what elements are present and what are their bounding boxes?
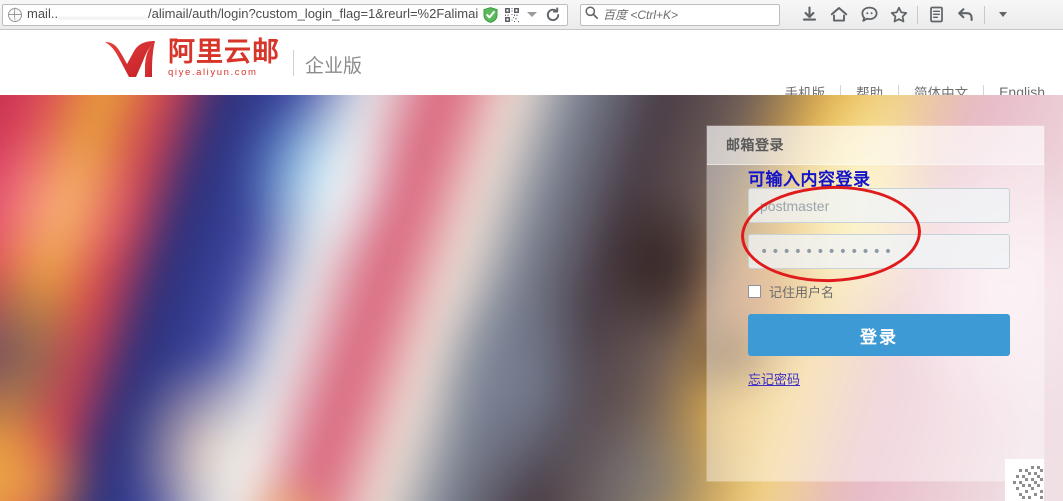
login-title: 邮箱登录 (726, 138, 784, 154)
remember-username-checkbox[interactable] (748, 285, 761, 298)
login-panel-header: 邮箱登录 (707, 126, 1044, 165)
login-button[interactable]: 登录 (748, 314, 1010, 356)
search-input-placeholder: 百度 <Ctrl+K> (603, 8, 679, 22)
toolbar-icon-group (794, 2, 1018, 28)
star-icon[interactable] (884, 2, 914, 28)
chevron-down-icon[interactable] (527, 12, 537, 17)
logo-divider (293, 50, 294, 76)
home-icon[interactable] (824, 2, 854, 28)
url-suffix: /alimail/auth/login?custom_login_flag=1&… (148, 6, 479, 21)
reader-list-icon[interactable] (921, 2, 951, 28)
download-icon[interactable] (794, 2, 824, 28)
search-bar[interactable]: 百度 <Ctrl+K> (580, 3, 780, 26)
brand-text: 阿里云邮 qiye.aliyun.com (168, 39, 280, 79)
toolbar-divider (917, 5, 918, 24)
search-icon (585, 5, 599, 24)
aliyun-m-logo-icon (103, 39, 163, 79)
remember-username-row[interactable]: 记住用户名 (748, 282, 1010, 301)
brand-name-cn: 阿里云邮 (168, 37, 280, 68)
browser-window: mail............................../alima… (0, 0, 1063, 501)
address-bar[interactable]: mail............................../alima… (2, 3, 568, 26)
site-identity-icon (7, 7, 22, 22)
site-header: 阿里云邮 qiye.aliyun.com 企业版 手机版 帮助 简体中文 Eng… (0, 30, 1063, 102)
chat-bubble-icon[interactable] (854, 2, 884, 28)
qr-code-icon[interactable] (505, 7, 519, 22)
overflow-chevron-down-icon[interactable] (988, 2, 1018, 28)
url-redacted: ............................ (58, 7, 148, 22)
remember-username-label: 记住用户名 (769, 286, 835, 301)
url-prefix: mail.. (27, 6, 59, 21)
back-arrow-icon[interactable] (951, 2, 981, 28)
address-bar-text: mail............................../alima… (27, 4, 479, 25)
shield-check-icon[interactable] (483, 6, 498, 23)
reload-icon[interactable] (545, 6, 561, 23)
brand-domain: qiye.aliyun.com (168, 67, 258, 78)
brand-edition: 企业版 (305, 55, 363, 77)
forgot-password-link[interactable]: 忘记密码 (748, 369, 800, 388)
qr-code-badge[interactable] (1005, 459, 1044, 501)
browser-toolbar: mail............................../alima… (0, 0, 1063, 30)
brand-logo[interactable]: 阿里云邮 qiye.aliyun.com 企业版 (103, 39, 362, 79)
toolbar-divider-2 (984, 5, 985, 24)
